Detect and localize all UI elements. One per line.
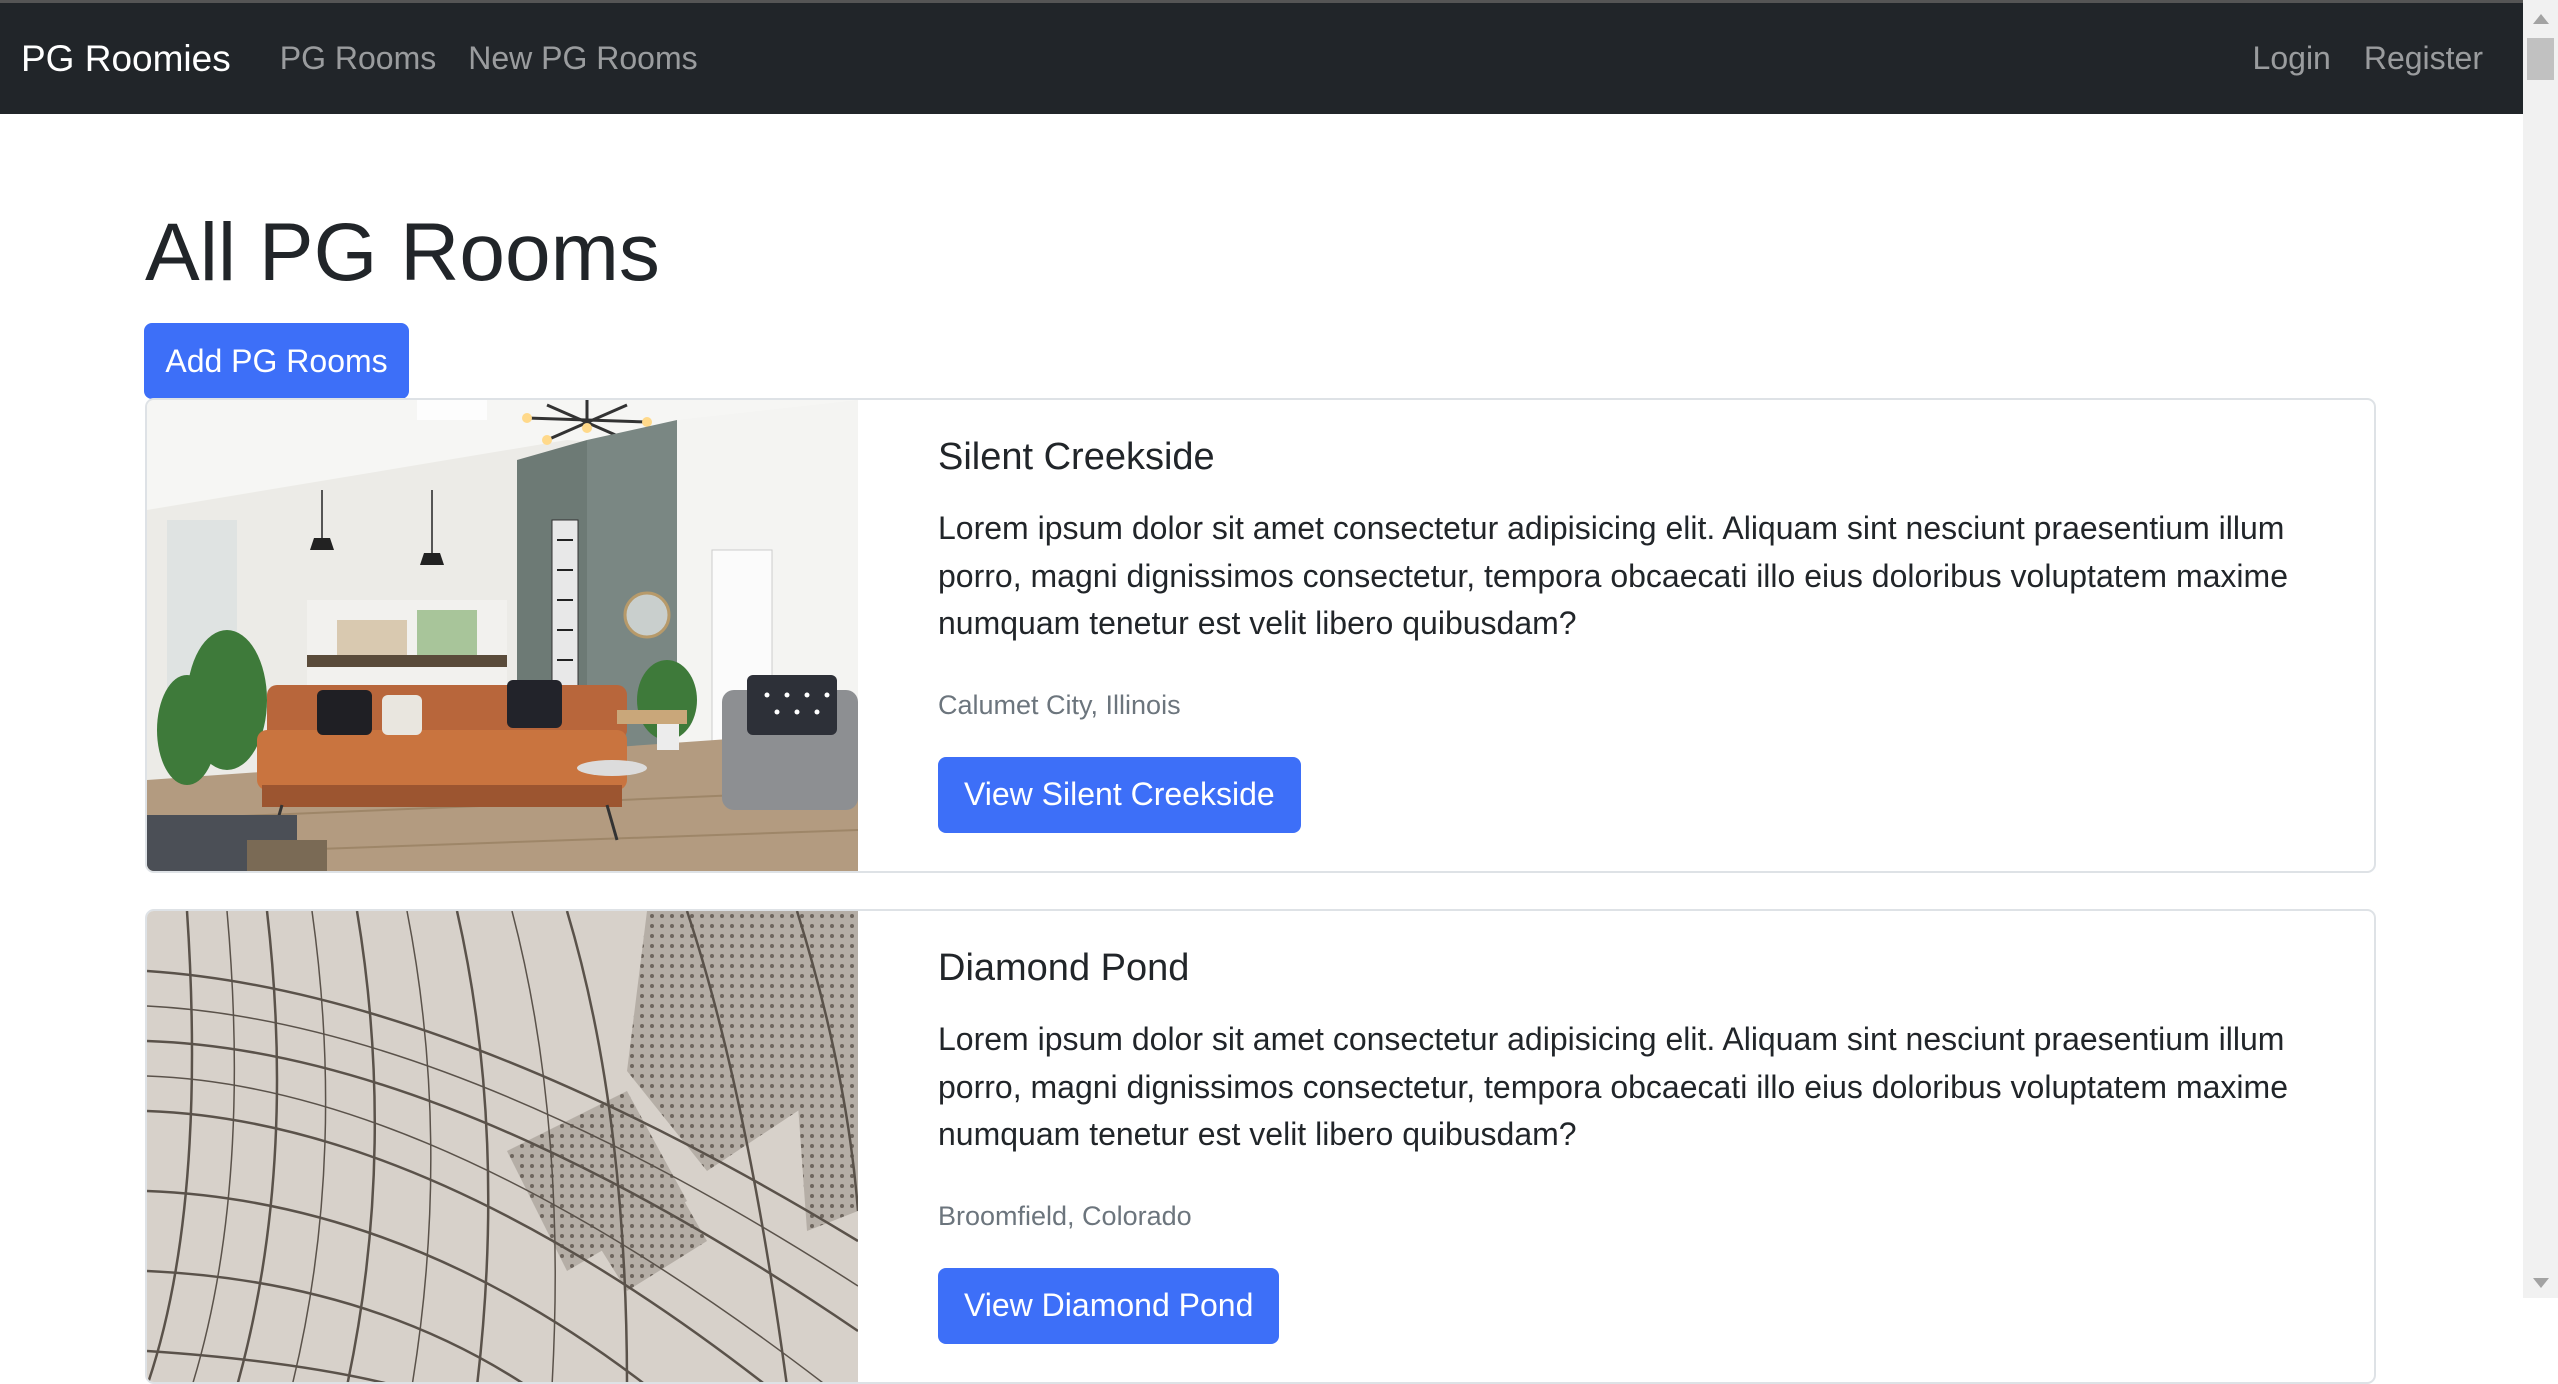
room-image-living-room: [147, 400, 858, 871]
scroll-up-arrow[interactable]: [2523, 4, 2558, 34]
nav-link-login[interactable]: Login: [2253, 40, 2331, 77]
room-location: Calumet City, Illinois: [938, 689, 1181, 720]
room-location: Broomfield, Colorado: [938, 1200, 1192, 1231]
room-image-tiled-ceiling: [147, 911, 858, 1382]
room-card: Silent Creekside Lorem ipsum dolor sit a…: [145, 398, 2376, 873]
nav-link-register[interactable]: Register: [2364, 40, 2483, 77]
room-card: Diamond Pond Lorem ipsum dolor sit amet …: [145, 909, 2376, 1384]
scroll-thumb[interactable]: [2527, 38, 2554, 80]
scroll-down-arrow[interactable]: [2523, 1268, 2558, 1298]
navbar: PG Roomies PG Rooms New PG Rooms Login R…: [0, 3, 2523, 114]
room-card-body: Silent Creekside Lorem ipsum dolor sit a…: [938, 436, 2328, 833]
room-card-body: Diamond Pond Lorem ipsum dolor sit amet …: [938, 947, 2328, 1344]
nav-auth-links: Login Register: [2220, 40, 2523, 77]
brand-link[interactable]: PG Roomies: [21, 38, 231, 80]
view-room-button[interactable]: View Diamond Pond: [938, 1267, 1280, 1344]
nav-link-pg-rooms[interactable]: PG Rooms: [280, 40, 436, 77]
room-title: Silent Creekside: [938, 436, 1215, 478]
page-title: All PG Rooms: [145, 207, 660, 298]
room-description: Lorem ipsum dolor sit amet consectetur a…: [938, 510, 2288, 641]
room-title: Diamond Pond: [938, 947, 1190, 989]
view-room-button[interactable]: View Silent Creekside: [938, 756, 1301, 833]
room-description: Lorem ipsum dolor sit amet consectetur a…: [938, 1021, 2288, 1152]
vertical-scrollbar[interactable]: [2523, 0, 2558, 1298]
add-pg-rooms-button[interactable]: Add PG Rooms: [144, 323, 409, 399]
nav-link-new-pg-rooms[interactable]: New PG Rooms: [468, 40, 697, 77]
